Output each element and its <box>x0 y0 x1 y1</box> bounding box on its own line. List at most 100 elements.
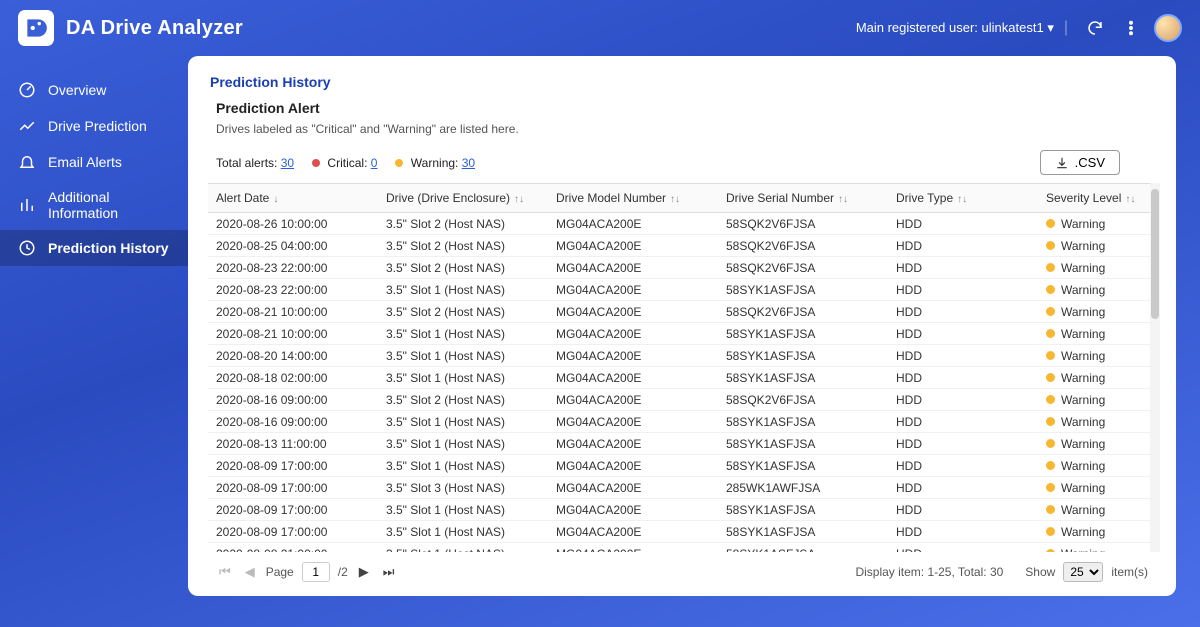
col-severity[interactable]: Severity Level↑↓ <box>1038 184 1160 213</box>
table-row[interactable]: 2020-08-25 04:00:003.5" Slot 2 (Host NAS… <box>208 235 1160 257</box>
cell-model: MG04ACA200E <box>548 213 718 235</box>
export-csv-button[interactable]: .CSV <box>1040 150 1120 175</box>
page-prev-button[interactable]: ◀ <box>242 564 258 580</box>
cell-model: MG04ACA200E <box>548 367 718 389</box>
cell-severity: Warning <box>1038 433 1160 455</box>
cell-type: HDD <box>888 367 1038 389</box>
critical-dot-icon <box>312 159 320 167</box>
section-title: Prediction Alert <box>188 100 1176 122</box>
cell-enclosure: 3.5" Slot 1 (Host NAS) <box>378 367 548 389</box>
cell-model: MG04ACA200E <box>548 521 718 543</box>
cell-serial: 58SYK1ASFJSA <box>718 411 888 433</box>
cell-severity: Warning <box>1038 257 1160 279</box>
user-dropdown[interactable]: Main registered user: ulinkatest1 ▾ <box>856 20 1054 36</box>
page-input[interactable] <box>302 562 330 582</box>
sidebar-item-drive-prediction[interactable]: Drive Prediction <box>0 108 188 144</box>
cell-severity: Warning <box>1038 389 1160 411</box>
sort-icon: ↑↓ <box>1125 194 1135 205</box>
col-drive-type[interactable]: Drive Type↑↓ <box>888 184 1038 213</box>
warning-dot-icon <box>1046 505 1055 514</box>
cell-serial: 58SQK2V6FJSA <box>718 213 888 235</box>
alerts-table-wrap: Alert Date↓ Drive (Drive Enclosure)↑↓ Dr… <box>208 183 1160 552</box>
sidebar-item-overview[interactable]: Overview <box>0 72 188 108</box>
col-alert-date[interactable]: Alert Date↓ <box>208 184 378 213</box>
cell-enclosure: 3.5" Slot 2 (Host NAS) <box>378 235 548 257</box>
logo-icon <box>23 15 49 41</box>
cell-severity: Warning <box>1038 235 1160 257</box>
page-size-select[interactable]: 25 <box>1063 562 1103 582</box>
cell-enclosure: 3.5" Slot 1 (Host NAS) <box>378 411 548 433</box>
cell-serial: 58SYK1ASFJSA <box>718 499 888 521</box>
more-button[interactable] <box>1116 13 1146 43</box>
cell-severity: Warning <box>1038 279 1160 301</box>
cell-model: MG04ACA200E <box>548 543 718 553</box>
total-alerts-link[interactable]: 30 <box>281 156 294 170</box>
vertical-scrollbar[interactable] <box>1150 183 1160 552</box>
warning-dot-icon <box>1046 395 1055 404</box>
cell-serial: 58SQK2V6FJSA <box>718 257 888 279</box>
cell-date: 2020-08-09 17:00:00 <box>208 477 378 499</box>
sidebar-item-label: Email Alerts <box>48 154 122 170</box>
table-row[interactable]: 2020-08-09 17:00:003.5" Slot 1 (Host NAS… <box>208 499 1160 521</box>
critical-label: Critical: 0 <box>312 156 377 170</box>
col-drive-model[interactable]: Drive Model Number↑↓ <box>548 184 718 213</box>
main-panel: Prediction History Prediction Alert Driv… <box>188 56 1176 596</box>
table-row[interactable]: 2020-08-26 10:00:003.5" Slot 2 (Host NAS… <box>208 213 1160 235</box>
cell-model: MG04ACA200E <box>548 345 718 367</box>
scrollbar-thumb[interactable] <box>1151 189 1159 319</box>
warning-label: Warning: 30 <box>395 156 475 170</box>
cell-type: HDD <box>888 411 1038 433</box>
refresh-button[interactable] <box>1080 13 1110 43</box>
table-row[interactable]: 2020-08-20 14:00:003.5" Slot 1 (Host NAS… <box>208 345 1160 367</box>
sidebar-item-prediction-history[interactable]: Prediction History <box>0 230 188 266</box>
cell-enclosure: 3.5" Slot 2 (Host NAS) <box>378 301 548 323</box>
sidebar-item-label: Drive Prediction <box>48 118 147 134</box>
warning-dot-icon <box>1046 527 1055 536</box>
page-last-button[interactable]: ⏭ <box>380 564 398 580</box>
warning-link[interactable]: 30 <box>462 156 475 170</box>
table-row[interactable]: 2020-08-18 02:00:003.5" Slot 1 (Host NAS… <box>208 367 1160 389</box>
bell-icon <box>18 153 36 171</box>
warning-dot-icon <box>1046 549 1055 552</box>
table-row[interactable]: 2020-08-16 09:00:003.5" Slot 2 (Host NAS… <box>208 389 1160 411</box>
warning-dot-icon <box>1046 263 1055 272</box>
cell-severity: Warning <box>1038 367 1160 389</box>
page-next-button[interactable]: ▶ <box>356 564 372 580</box>
cell-date: 2020-08-18 02:00:00 <box>208 367 378 389</box>
sort-icon: ↑↓ <box>957 194 967 205</box>
critical-link[interactable]: 0 <box>371 156 378 170</box>
table-row[interactable]: 2020-08-08 21:00:003.5" Slot 1 (Host NAS… <box>208 543 1160 553</box>
warning-dot-icon <box>1046 219 1055 228</box>
table-row[interactable]: 2020-08-23 22:00:003.5" Slot 1 (Host NAS… <box>208 279 1160 301</box>
table-row[interactable]: 2020-08-21 10:00:003.5" Slot 1 (Host NAS… <box>208 323 1160 345</box>
cell-model: MG04ACA200E <box>548 411 718 433</box>
cell-date: 2020-08-08 21:00:00 <box>208 543 378 553</box>
cell-severity: Warning <box>1038 213 1160 235</box>
table-row[interactable]: 2020-08-13 11:00:003.5" Slot 1 (Host NAS… <box>208 433 1160 455</box>
cell-enclosure: 3.5" Slot 1 (Host NAS) <box>378 433 548 455</box>
page-label: Page <box>266 565 294 579</box>
cell-type: HDD <box>888 235 1038 257</box>
table-row[interactable]: 2020-08-21 10:00:003.5" Slot 2 (Host NAS… <box>208 301 1160 323</box>
table-row[interactable]: 2020-08-16 09:00:003.5" Slot 1 (Host NAS… <box>208 411 1160 433</box>
table-row[interactable]: 2020-08-09 17:00:003.5" Slot 1 (Host NAS… <box>208 521 1160 543</box>
warning-dot-icon <box>1046 461 1055 470</box>
cell-model: MG04ACA200E <box>548 455 718 477</box>
cell-serial: 58SYK1ASFJSA <box>718 323 888 345</box>
sort-icon: ↑↓ <box>670 194 680 205</box>
sidebar-item-email-alerts[interactable]: Email Alerts <box>0 144 188 180</box>
sidebar-item-additional-information[interactable]: Additional Information <box>0 180 188 230</box>
cell-type: HDD <box>888 279 1038 301</box>
page-first-button[interactable]: ⏮ <box>216 564 234 580</box>
cell-date: 2020-08-13 11:00:00 <box>208 433 378 455</box>
warning-dot-icon <box>1046 417 1055 426</box>
avatar[interactable] <box>1154 14 1182 42</box>
col-drive-serial[interactable]: Drive Serial Number↑↓ <box>718 184 888 213</box>
table-row[interactable]: 2020-08-09 17:00:003.5" Slot 3 (Host NAS… <box>208 477 1160 499</box>
cell-serial: 58SQK2V6FJSA <box>718 389 888 411</box>
cell-enclosure: 3.5" Slot 2 (Host NAS) <box>378 257 548 279</box>
col-drive-enclosure[interactable]: Drive (Drive Enclosure)↑↓ <box>378 184 548 213</box>
table-row[interactable]: 2020-08-23 22:00:003.5" Slot 2 (Host NAS… <box>208 257 1160 279</box>
gauge-icon <box>18 81 36 99</box>
table-row[interactable]: 2020-08-09 17:00:003.5" Slot 1 (Host NAS… <box>208 455 1160 477</box>
